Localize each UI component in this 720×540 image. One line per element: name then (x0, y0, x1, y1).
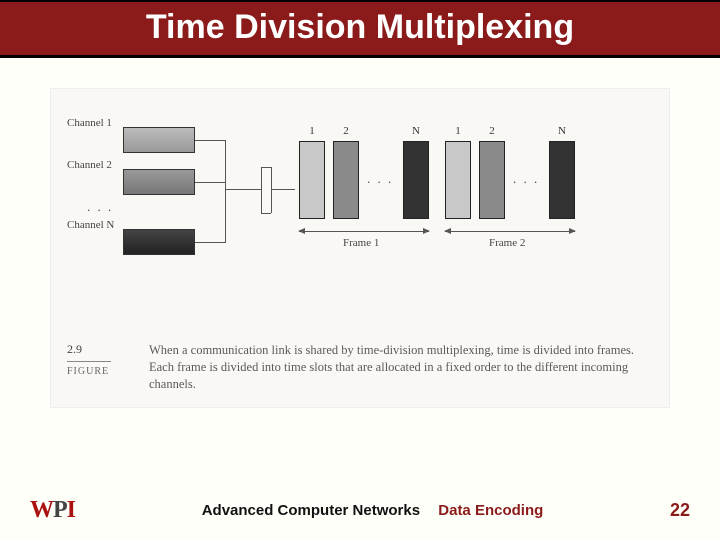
mux-box (261, 167, 271, 168)
mux-wire (225, 189, 261, 190)
mux-wire (195, 140, 225, 141)
frame2-arrow (445, 231, 575, 232)
figure-caption: When a communication link is shared by t… (149, 342, 653, 393)
mux-wire (225, 140, 226, 189)
frame2-dots: . . . (513, 171, 539, 187)
frame1-slot-2 (333, 141, 359, 219)
frame1-label: Frame 1 (343, 237, 379, 249)
channel-1-bar (123, 127, 195, 153)
figure-word: FIGURE (67, 366, 127, 377)
mux-wire (195, 242, 225, 243)
figure-number: 2.9 (67, 342, 127, 357)
channel-2-bar (123, 169, 195, 195)
frame2-slot-2 (479, 141, 505, 219)
mux-box-right (271, 167, 272, 213)
channel-n-label: Channel N (67, 219, 114, 231)
channel-dots: . . . (87, 199, 113, 215)
slide-title: Time Division Multiplexing (0, 8, 720, 47)
topic-name: Data Encoding (438, 502, 543, 519)
mux-wire (225, 189, 226, 243)
figure-rule (67, 361, 111, 362)
frame1-slot-1 (299, 141, 325, 219)
slot-label-2b: 2 (479, 125, 505, 137)
tdm-diagram: Channel 1 Channel 2 . . . Channel N 1 2 … (65, 107, 655, 287)
mux-box-left (261, 167, 262, 213)
slot-label-n: N (403, 125, 429, 137)
slot-label-1b: 1 (445, 125, 471, 137)
wpi-logo: WPI (30, 497, 75, 524)
course-name: Advanced Computer Networks (202, 502, 420, 519)
channel-2-label: Channel 2 (67, 159, 112, 171)
title-bar: Time Division Multiplexing (0, 0, 720, 58)
frame1-slot-n (403, 141, 429, 219)
page-number: 22 (670, 500, 690, 521)
mux-box (261, 213, 271, 214)
footer-center: Advanced Computer Networks Data Encoding (75, 502, 670, 519)
channel-1-label: Channel 1 (67, 117, 112, 129)
channel-n-bar (123, 229, 195, 255)
logo-i: I (67, 497, 75, 523)
mux-wire (195, 182, 225, 183)
frame1-dots: . . . (367, 171, 393, 187)
figure-area: Channel 1 Channel 2 . . . Channel N 1 2 … (50, 88, 670, 408)
slot-label-1: 1 (299, 125, 325, 137)
frame2-slot-n (549, 141, 575, 219)
figure-caption-row: 2.9 FIGURE When a communication link is … (67, 342, 653, 393)
frame2-label: Frame 2 (489, 237, 525, 249)
logo-w: W (30, 497, 53, 523)
slot-label-2: 2 (333, 125, 359, 137)
figure-number-block: 2.9 FIGURE (67, 342, 127, 393)
mux-out (271, 189, 295, 190)
slot-label-nb: N (549, 125, 575, 137)
frame1-arrow (299, 231, 429, 232)
footer: WPI Advanced Computer Networks Data Enco… (0, 497, 720, 524)
frame2-slot-1 (445, 141, 471, 219)
logo-p: P (53, 497, 67, 523)
